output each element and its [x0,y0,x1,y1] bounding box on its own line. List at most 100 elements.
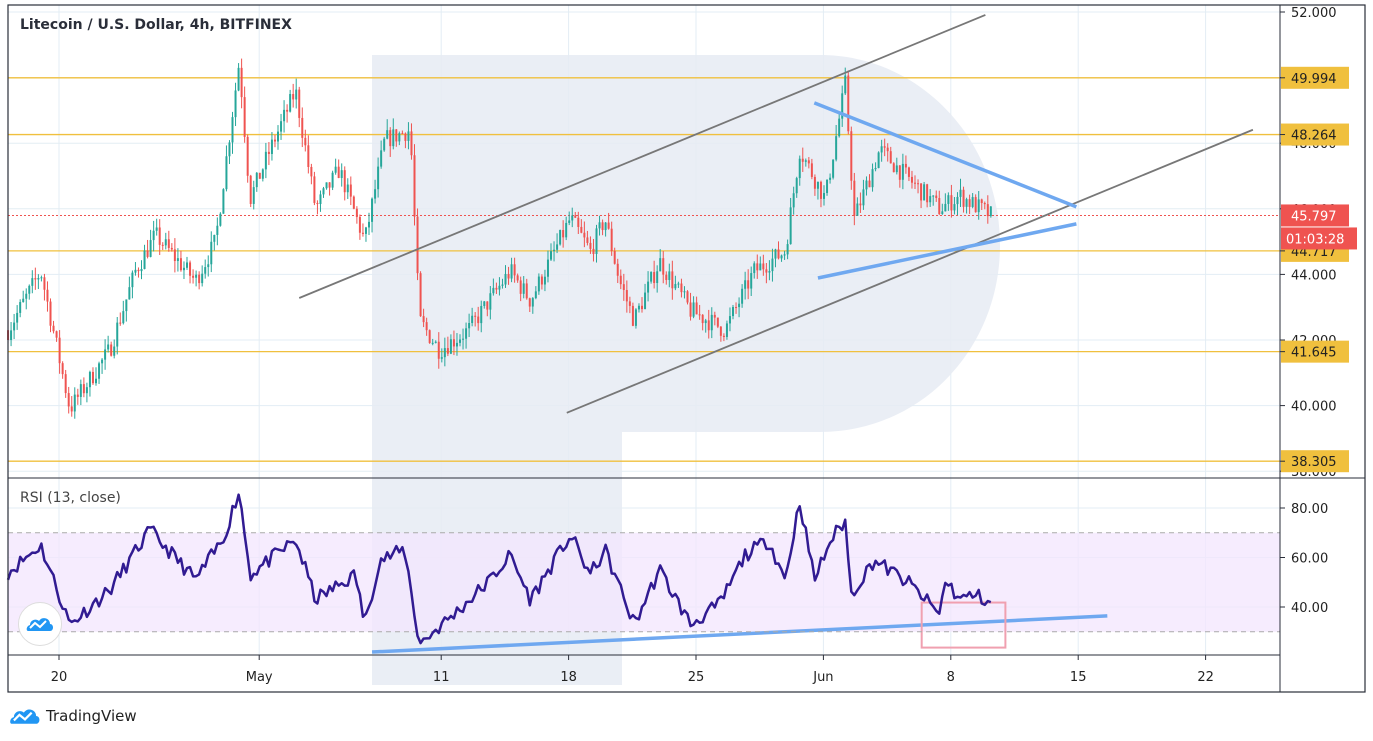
candle [119,312,122,326]
candle-body [725,323,728,337]
candle [686,290,689,305]
candle-body [459,339,462,343]
candle-body [507,273,510,279]
candle-body [389,130,392,147]
candle-body [871,169,874,188]
candle-body [101,359,104,364]
candle-body [410,131,413,156]
candle-body [125,299,128,312]
candle-body [895,165,898,173]
candle-body [540,276,543,285]
candle-body [228,142,231,157]
candle-body [477,316,480,324]
tradingview-cloud-icon [26,618,53,631]
candle [91,367,94,385]
candle [204,259,207,279]
candle-body [577,217,580,227]
candle-body [534,291,537,299]
candle [137,267,140,278]
candle-body [328,182,331,188]
countdown-text: 01:03:28 [1286,232,1344,247]
candle-body [986,204,989,217]
footer[interactable]: TradingView [8,706,137,726]
candle-body [307,145,310,167]
candle-body [295,89,298,100]
candle-body [537,276,540,292]
candle-body [625,290,628,302]
candle [149,229,152,258]
candle-body [395,129,398,142]
candle-body [889,151,892,164]
candle-body [179,258,182,271]
candle [143,244,146,270]
candle-body [525,283,528,299]
candle-body [164,239,167,246]
level-label[interactable]: 38.305 [1280,450,1349,473]
candle-body [143,250,146,269]
chart-canvas[interactable]: 52.00050.00048.00046.00044.00042.00040.0… [0,0,1373,741]
candle [19,299,22,318]
candle-body [280,121,283,132]
candle [207,255,210,277]
candle [316,200,319,215]
candle [76,388,79,405]
candle-body [267,151,270,154]
candle-body [571,215,574,221]
candle [264,142,267,179]
tradingview-badge[interactable] [18,602,62,646]
candle-body [22,298,25,303]
candle-body [868,180,871,188]
candle [131,270,134,299]
candle [222,188,225,214]
candle-body [847,75,850,132]
candle-body [553,249,556,252]
rsi-title: RSI (13, close) [20,490,121,506]
candle-body [146,250,149,257]
candle-body [140,268,143,272]
candle-body [689,302,692,317]
last-price-text: 45.797 [1291,209,1337,224]
candle-body [886,147,889,152]
candle-body [286,109,289,112]
candle-body [480,305,483,324]
candle-body [592,248,595,255]
candle-body [383,138,386,151]
candle [64,369,67,398]
candle-body [692,302,695,317]
candle-body [901,163,904,180]
candle [95,367,98,386]
candle [725,320,728,340]
level-label[interactable]: 41.645 [1280,340,1349,363]
candle [304,129,307,152]
level-label[interactable]: 49.994 [1280,66,1349,89]
candle-body [816,181,819,189]
candle-body [407,131,410,141]
level-label[interactable]: 48.264 [1280,123,1349,146]
candle [228,140,231,165]
candle-body [443,348,446,358]
candle-body [744,280,747,289]
candle-body [944,203,947,212]
candle-body [616,263,619,276]
candle-body [559,230,562,245]
candle [313,171,316,206]
candle [355,206,358,224]
candle-body [583,232,586,238]
candle-body [701,314,704,324]
candle-body [550,251,553,260]
candle-body [674,284,677,289]
candle-body [182,267,185,271]
candle [40,275,43,282]
tradingview-logo-icon [10,709,40,724]
candle-body [568,220,571,223]
candle-body [804,160,807,162]
candle-body [959,189,962,197]
candle [73,387,76,419]
candle-body [152,230,155,241]
candle-body [422,316,425,323]
candle-body [719,326,722,336]
candle [364,226,367,242]
candle [850,126,853,190]
candle-body [322,188,325,195]
candle-body [446,348,449,354]
